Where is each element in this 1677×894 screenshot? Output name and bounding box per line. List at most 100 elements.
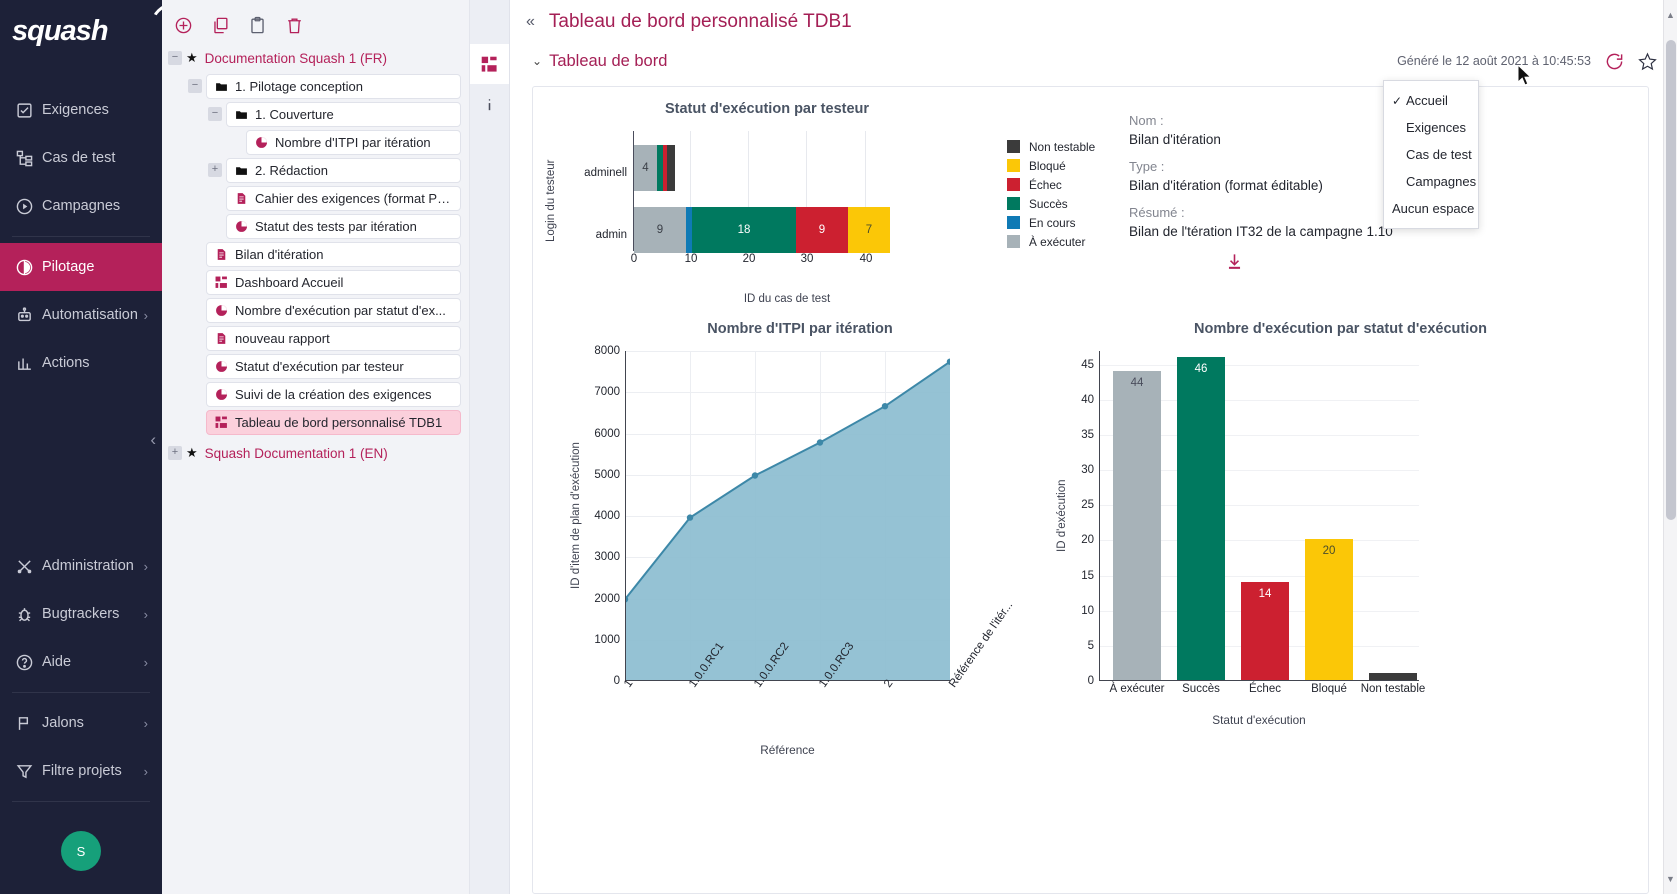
legend-item[interactable]: Bloqué [1007, 156, 1113, 175]
tree-node-label: Nombre d'ITPI par itération [275, 135, 431, 150]
x-tick: Succès [1182, 683, 1220, 695]
legend-item[interactable]: Succès [1007, 194, 1113, 213]
bar-chart-plot[interactable]: 44 46 14 20 [1099, 351, 1419, 681]
scroll-down-arrow-icon[interactable]: ▼ [1666, 874, 1675, 884]
chart-icon [235, 220, 248, 233]
tree-node-pilotage-conception[interactable]: 1. Pilotage conception [206, 74, 461, 99]
add-icon[interactable] [174, 16, 193, 35]
tree-row[interactable]: Dashboard Accueil [162, 268, 469, 296]
tree-node-nombre-execution[interactable]: Nombre d'exécution par statut d'ex... [206, 298, 461, 323]
tree-node-bilan-iteration[interactable]: Bilan d'itération [206, 242, 461, 267]
dropdown-item-exigences[interactable]: Exigences [1384, 114, 1478, 141]
dropdown-item-aucun-espace[interactable]: Aucun espace [1384, 195, 1478, 222]
sidebar-item-exigences[interactable]: Exigences [0, 86, 162, 134]
collapse-panel-button[interactable]: « [526, 13, 535, 31]
sidebar-item-administration[interactable]: Administration › [0, 542, 162, 590]
dropdown-item-accueil[interactable]: ✓ Accueil [1384, 87, 1478, 114]
sidebar-item-actions[interactable]: Actions [0, 339, 162, 387]
x-tick: 20 [743, 253, 756, 265]
tree-row[interactable]: Nombre d'exécution par statut d'ex... [162, 296, 469, 324]
bar-succes[interactable]: 46 [1177, 357, 1225, 680]
tree-row[interactable]: − 1. Couverture [162, 100, 469, 128]
logo-text: squash [12, 15, 108, 48]
sidebar-item-bugtrackers[interactable]: Bugtrackers › [0, 590, 162, 638]
stacked-bar-admin[interactable]: 9 18 9 7 [634, 207, 890, 253]
bar-bloque[interactable]: 20 [1305, 539, 1353, 680]
refresh-icon[interactable] [1605, 52, 1624, 71]
tree-node-nouveau-rapport[interactable]: nouveau rapport [206, 326, 461, 351]
collapse-sidebar-button[interactable]: ‹ [150, 430, 156, 450]
legend-item[interactable]: Non testable [1007, 137, 1113, 156]
tree-node-couverture[interactable]: 1. Couverture [226, 102, 461, 127]
sidebar-item-campagnes[interactable]: Campagnes [0, 182, 162, 230]
dropdown-item-campagnes[interactable]: Campagnes [1384, 168, 1478, 195]
tree-row[interactable]: Nombre d'ITPI par itération [162, 128, 469, 156]
legend-item[interactable]: À exécuter [1007, 232, 1113, 251]
sidebar-item-filtre-projets[interactable]: Filtre projets › [0, 747, 162, 795]
dashboard-card: Statut d'exécution par testeur Login du … [532, 86, 1649, 894]
tree-row[interactable]: nouveau rapport [162, 324, 469, 352]
sidebar-item-aide[interactable]: Aide › [0, 638, 162, 686]
bar-echec[interactable]: 14 [1241, 582, 1289, 680]
tree-row[interactable]: + 2. Rédaction [162, 156, 469, 184]
page-scrollbar[interactable]: ▲ ▼ [1663, 0, 1677, 894]
tree-node-label: 2. Rédaction [255, 163, 328, 178]
dashboard-tab-icon[interactable] [470, 44, 509, 84]
tree-node-redaction[interactable]: 2. Rédaction [226, 158, 461, 183]
tree-node-suivi-creation-exigences[interactable]: Suivi de la création des exigences [206, 382, 461, 407]
space-dropdown-menu[interactable]: ✓ Accueil Exigences Cas de test Campagne… [1383, 80, 1479, 229]
y-tick: 2000 [594, 593, 620, 605]
tree-node-cahier-exigences[interactable]: Cahier des exigences (format PDF) [226, 186, 461, 211]
scrollbar-thumb[interactable] [1666, 40, 1676, 520]
tree-row[interactable]: Tableau de bord personnalisé TDB1 [162, 408, 469, 436]
y-tick: 7000 [594, 386, 620, 398]
tree-node-dashboard-accueil[interactable]: Dashboard Accueil [206, 270, 461, 295]
tree-row[interactable]: Statut d'exécution par testeur [162, 352, 469, 380]
tree-toggle[interactable]: + [168, 446, 182, 460]
segment-non-testable [667, 145, 675, 191]
bar-non-testable[interactable] [1369, 673, 1417, 680]
dropdown-item-cas-de-test[interactable]: Cas de test [1384, 141, 1478, 168]
tree-toggle[interactable]: − [188, 79, 202, 93]
sidebar-item-automatisation[interactable]: Automatisation › [0, 291, 162, 339]
chart-title: Statut d'exécution par testeur [541, 101, 993, 117]
tree-row[interactable]: Suivi de la création des exigences [162, 380, 469, 408]
bar-a-executer[interactable]: 44 [1113, 371, 1161, 680]
download-icon[interactable] [1225, 251, 1244, 272]
legend-item[interactable]: Échec [1007, 175, 1113, 194]
stacked-bar-adminell[interactable]: 4 [634, 145, 675, 191]
paste-icon[interactable] [248, 16, 267, 35]
tree-row[interactable]: Bilan d'itération [162, 240, 469, 268]
tree-node-statut-tests[interactable]: Statut des tests par itération [226, 214, 461, 239]
scroll-up-arrow-icon[interactable]: ▲ [1666, 10, 1675, 20]
tree-node-tableau-de-bord-tdb1[interactable]: Tableau de bord personnalisé TDB1 [206, 410, 461, 435]
sidebar-item-jalons[interactable]: Jalons › [0, 699, 162, 747]
avatar-container[interactable]: S [0, 808, 162, 894]
tree-node-statut-execution-testeur[interactable]: Statut d'exécution par testeur [206, 354, 461, 379]
area-chart-plot[interactable] [625, 351, 950, 681]
tree-root-row-en[interactable]: + ★ Squash Documentation 1 (EN) [162, 439, 469, 467]
delete-icon[interactable] [285, 16, 304, 35]
side-tabs [470, 0, 510, 894]
tree-node-nombre-itpi[interactable]: Nombre d'ITPI par itération [246, 130, 461, 155]
star-outline-icon[interactable] [1638, 52, 1657, 71]
tree-toggle[interactable]: − [208, 107, 222, 121]
app-logo[interactable]: squash [0, 0, 162, 62]
info-tab-icon[interactable] [470, 84, 509, 124]
segment-a-executer: 4 [634, 145, 657, 191]
tree-row[interactable]: Cahier des exigences (format PDF) [162, 184, 469, 212]
sidebar-item-cas-de-test[interactable]: Cas de test [0, 134, 162, 182]
x-tick: 10 [685, 253, 698, 265]
sidebar-item-pilotage[interactable]: Pilotage [0, 243, 162, 291]
tree-row[interactable]: Statut des tests par itération [162, 212, 469, 240]
tree-toggle[interactable]: − [168, 51, 182, 65]
tree-toggle[interactable]: + [208, 163, 222, 177]
page-title: Tableau de bord personnalisé TDB1 [549, 11, 852, 33]
chevron-down-icon[interactable]: ⌄ [532, 54, 542, 68]
tree-root-row-fr[interactable]: − ★ Documentation Squash 1 (FR) [162, 44, 469, 72]
legend-item[interactable]: En cours [1007, 213, 1113, 232]
avatar[interactable]: S [61, 831, 101, 871]
tree-row[interactable]: − 1. Pilotage conception [162, 72, 469, 100]
copy-icon[interactable] [211, 16, 230, 35]
y-tick: 5 [1088, 640, 1094, 652]
